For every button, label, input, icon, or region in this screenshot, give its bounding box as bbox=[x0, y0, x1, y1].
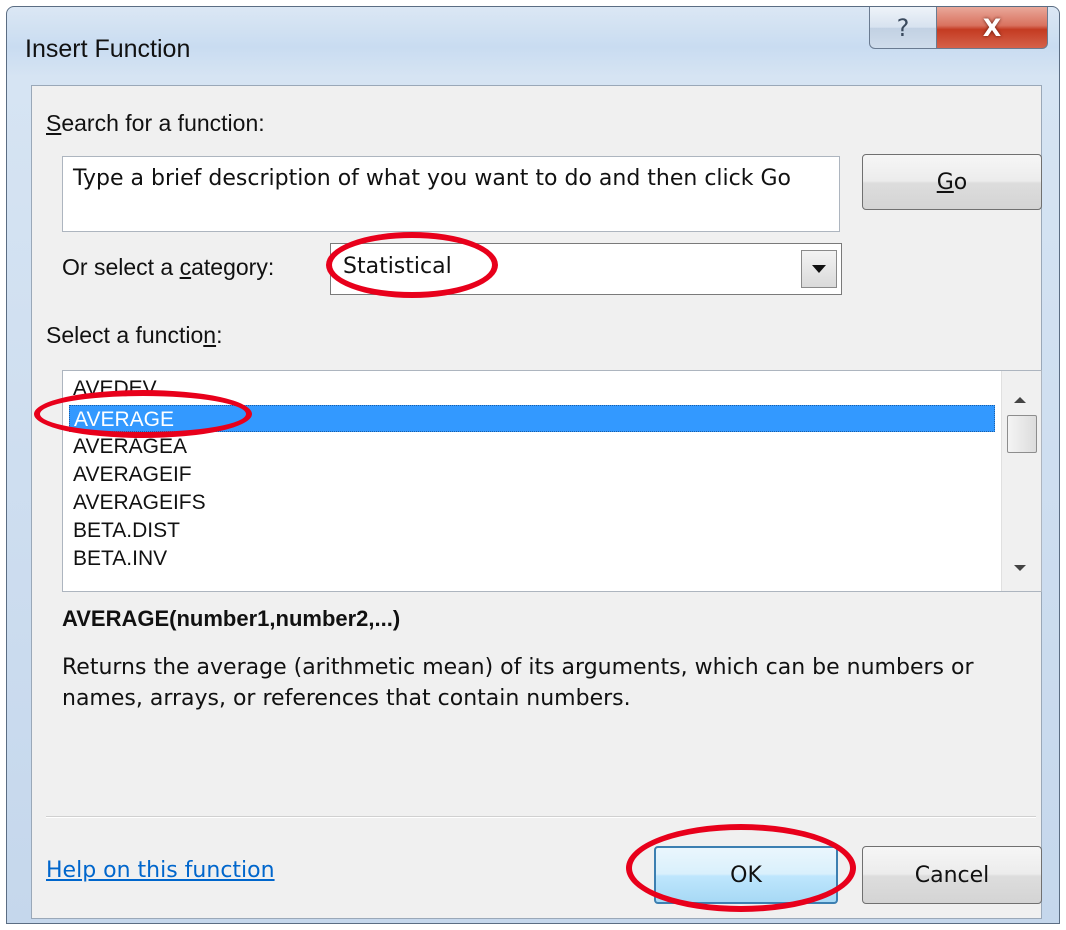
dialog-body: Search for a function: Type a brief desc… bbox=[31, 85, 1042, 919]
scroll-down-icon[interactable] bbox=[1014, 565, 1026, 571]
list-item-selected[interactable]: AVERAGE bbox=[69, 405, 995, 432]
divider bbox=[46, 816, 1036, 818]
function-list[interactable]: AVEDEV AVERAGE AVERAGEA AVERAGEIF AVERAG… bbox=[62, 370, 1042, 592]
question-mark-icon: ? bbox=[896, 13, 910, 42]
chevron-down-icon[interactable] bbox=[801, 250, 837, 288]
category-label: Or select a category: bbox=[62, 254, 275, 280]
list-item[interactable]: BETA.INV bbox=[69, 545, 995, 572]
dialog-title: Insert Function bbox=[25, 35, 191, 63]
close-icon: X bbox=[982, 13, 1002, 42]
search-label: Search for a function: bbox=[46, 110, 265, 136]
function-signature: AVERAGE(number1,number2,...) bbox=[62, 606, 401, 631]
help-link[interactable]: Help on this function bbox=[46, 858, 275, 883]
category-value: Statistical bbox=[343, 254, 452, 279]
scroll-thumb[interactable] bbox=[1007, 415, 1037, 453]
list-item[interactable]: AVERAGEA bbox=[69, 433, 995, 460]
search-input[interactable]: Type a brief description of what you wan… bbox=[62, 156, 840, 232]
insert-function-dialog: Insert Function ? X Search for a functio… bbox=[6, 6, 1060, 924]
close-button[interactable]: X bbox=[936, 7, 1048, 49]
help-button[interactable]: ? bbox=[869, 7, 937, 49]
function-list-label: Select a function: bbox=[46, 322, 223, 348]
list-item[interactable]: AVEDEV bbox=[69, 375, 995, 402]
cancel-button[interactable]: Cancel bbox=[862, 846, 1042, 904]
scroll-up-icon[interactable] bbox=[1014, 397, 1026, 403]
function-description: Returns the average (arithmetic mean) of… bbox=[62, 655, 974, 711]
list-item[interactable]: BETA.DIST bbox=[69, 517, 995, 544]
title-bar: Insert Function ? X bbox=[7, 7, 1059, 85]
list-scrollbar[interactable] bbox=[1001, 371, 1041, 591]
list-item[interactable]: AVERAGEIF bbox=[69, 461, 995, 488]
go-button[interactable]: Go bbox=[862, 154, 1042, 210]
list-item[interactable]: AVERAGEIFS bbox=[69, 489, 995, 516]
ok-button[interactable]: OK bbox=[654, 846, 838, 904]
category-select[interactable]: Statistical bbox=[330, 243, 842, 295]
